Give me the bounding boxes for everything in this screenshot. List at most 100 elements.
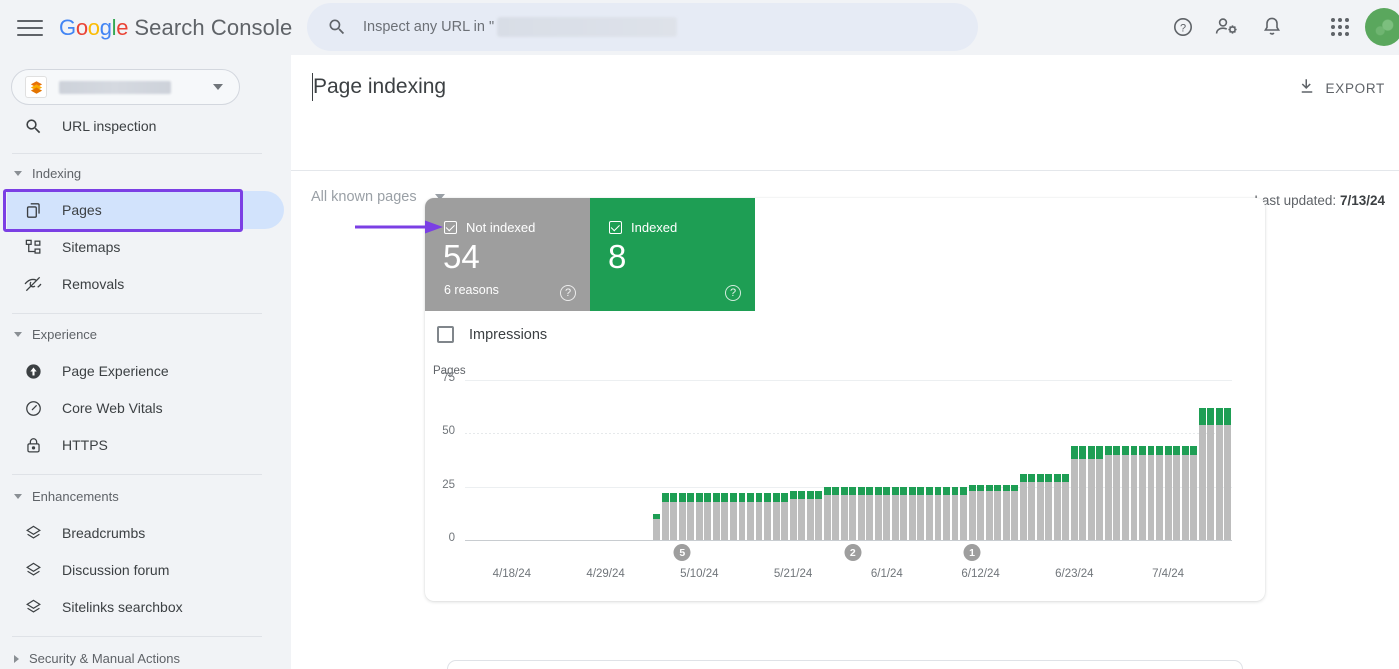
sidebar-item-discussion-forum[interactable]: Discussion forum <box>7 551 284 589</box>
chart-bar[interactable] <box>1087 358 1095 540</box>
chart-bar[interactable] <box>1224 358 1232 540</box>
chart-bar[interactable] <box>840 358 848 540</box>
chart-bar[interactable] <box>1002 358 1010 540</box>
tile-not-indexed[interactable]: Not indexed 54 6 reasons ? <box>425 198 590 311</box>
chart-bar[interactable] <box>1122 358 1129 540</box>
chart-bar[interactable] <box>1028 358 1036 540</box>
hamburger-menu-icon[interactable] <box>17 15 43 41</box>
sidebar-item-sitelinks-searchbox[interactable]: Sitelinks searchbox <box>7 588 284 626</box>
chart-bar[interactable] <box>738 358 746 540</box>
chart-bar[interactable] <box>1096 358 1104 540</box>
chart-bar[interactable] <box>823 358 831 540</box>
help-icon[interactable]: ? <box>725 285 741 301</box>
not-indexed-checkbox[interactable]: Not indexed <box>444 220 535 235</box>
sidebar-section-experience[interactable]: Experience <box>14 327 97 342</box>
chart-bar[interactable] <box>653 358 661 540</box>
apps-grid-icon[interactable] <box>1325 12 1355 42</box>
chart-bar[interactable] <box>729 358 737 540</box>
chart-bar[interactable] <box>670 358 678 540</box>
chart-bar[interactable] <box>926 358 933 540</box>
chart-bar[interactable] <box>704 358 712 540</box>
chart-bar[interactable] <box>994 358 1002 540</box>
chart-bar[interactable] <box>1045 358 1053 540</box>
chart-bar[interactable] <box>721 358 729 540</box>
chart-bar[interactable] <box>781 358 789 540</box>
chart-bar[interactable] <box>849 358 857 540</box>
indexed-checkbox[interactable]: Indexed <box>609 220 677 235</box>
chart-bar[interactable] <box>1079 358 1087 540</box>
chart-bar[interactable] <box>1139 358 1146 540</box>
chart-bar[interactable] <box>806 358 814 540</box>
sidebar-section-enhancements[interactable]: Enhancements <box>14 489 119 504</box>
chart-bar[interactable] <box>1164 358 1172 540</box>
chart-bar[interactable] <box>1113 358 1121 540</box>
export-button[interactable]: EXPORT <box>1298 77 1385 100</box>
chart-bar[interactable] <box>883 358 891 540</box>
sidebar-section-security-manual-actions[interactable]: Security & Manual Actions <box>14 651 180 666</box>
chart-annotation-marker[interactable]: 5 <box>673 544 691 561</box>
chart-bar[interactable] <box>908 358 916 540</box>
chart-annotation-marker[interactable]: 1 <box>963 544 981 561</box>
help-icon[interactable]: ? <box>560 285 576 301</box>
chart-bar[interactable] <box>1036 358 1044 540</box>
chart-bar[interactable] <box>687 358 695 540</box>
sidebar-item-page-experience[interactable]: Page Experience <box>7 352 284 390</box>
chart-bar[interactable] <box>900 358 908 540</box>
chart-bar[interactable] <box>1156 358 1164 540</box>
notifications-bell-icon[interactable] <box>1257 12 1287 42</box>
chart-bar[interactable] <box>695 358 703 540</box>
chart-bar[interactable] <box>1198 358 1206 540</box>
user-avatar[interactable] <box>1365 8 1399 46</box>
chart-annotation-marker[interactable]: 2 <box>844 544 862 561</box>
chart-bar[interactable] <box>755 358 763 540</box>
tile-indexed[interactable]: Indexed 8 ? <box>590 198 755 311</box>
sidebar-item-sitemaps[interactable]: Sitemaps <box>7 228 284 266</box>
chart-bar[interactable] <box>917 358 925 540</box>
chart-bar[interactable] <box>1104 358 1112 540</box>
help-icon[interactable]: ? <box>1168 12 1198 42</box>
chart-bar[interactable] <box>1070 358 1078 540</box>
chart-bar[interactable] <box>960 358 967 540</box>
chart-bar[interactable] <box>977 358 985 540</box>
view-indexed-pages-link[interactable]: View data about indexed pages › <box>447 660 1243 669</box>
chart-bar[interactable] <box>678 358 686 540</box>
chart-bar[interactable] <box>943 358 950 540</box>
chart-bar[interactable] <box>747 358 754 540</box>
chart-bar[interactable] <box>1215 358 1223 540</box>
impressions-toggle[interactable]: Impressions <box>437 326 547 343</box>
tile-subtext[interactable]: 6 reasons <box>444 283 499 297</box>
chart-bar[interactable] <box>1173 358 1181 540</box>
chart-bar[interactable] <box>815 358 823 540</box>
property-selector[interactable] <box>11 69 240 105</box>
chart-bar[interactable] <box>772 358 780 540</box>
chart-bar[interactable] <box>857 358 865 540</box>
chart-bar[interactable] <box>874 358 882 540</box>
sidebar-item-pages[interactable]: Pages <box>7 191 284 229</box>
sidebar-item-url-inspection[interactable]: URL inspection <box>7 107 284 145</box>
chart-bar[interactable] <box>832 358 840 540</box>
chart-bar[interactable] <box>1130 358 1138 540</box>
chart-bar[interactable] <box>951 358 959 540</box>
chart-bar[interactable] <box>1190 358 1198 540</box>
chart-bar[interactable] <box>712 358 720 540</box>
chart-bar[interactable] <box>764 358 771 540</box>
chart-bar[interactable] <box>798 358 806 540</box>
sidebar-item-removals[interactable]: Removals <box>7 265 284 303</box>
chart-bar[interactable] <box>789 358 797 540</box>
url-inspection-search-input[interactable]: Inspect any URL in " <box>307 3 978 51</box>
chart-bar[interactable] <box>1207 358 1215 540</box>
chart-bar[interactable] <box>934 358 942 540</box>
chart-bar[interactable] <box>891 358 899 540</box>
sidebar-section-indexing[interactable]: Indexing <box>14 166 81 181</box>
chart-bar[interactable] <box>1147 358 1155 540</box>
chart-bar[interactable] <box>968 358 976 540</box>
chart-bar[interactable] <box>866 358 874 540</box>
chart-bar[interactable] <box>1062 358 1070 540</box>
chart-bar[interactable] <box>1019 358 1027 540</box>
sidebar-item-breadcrumbs[interactable]: Breadcrumbs <box>7 514 284 552</box>
chart-bar[interactable] <box>661 358 669 540</box>
sidebar-item-core-web-vitals[interactable]: Core Web Vitals <box>7 389 284 427</box>
chart-bar[interactable] <box>1011 358 1019 540</box>
user-settings-icon[interactable] <box>1212 12 1242 42</box>
sidebar-item-https[interactable]: HTTPS <box>7 426 284 464</box>
